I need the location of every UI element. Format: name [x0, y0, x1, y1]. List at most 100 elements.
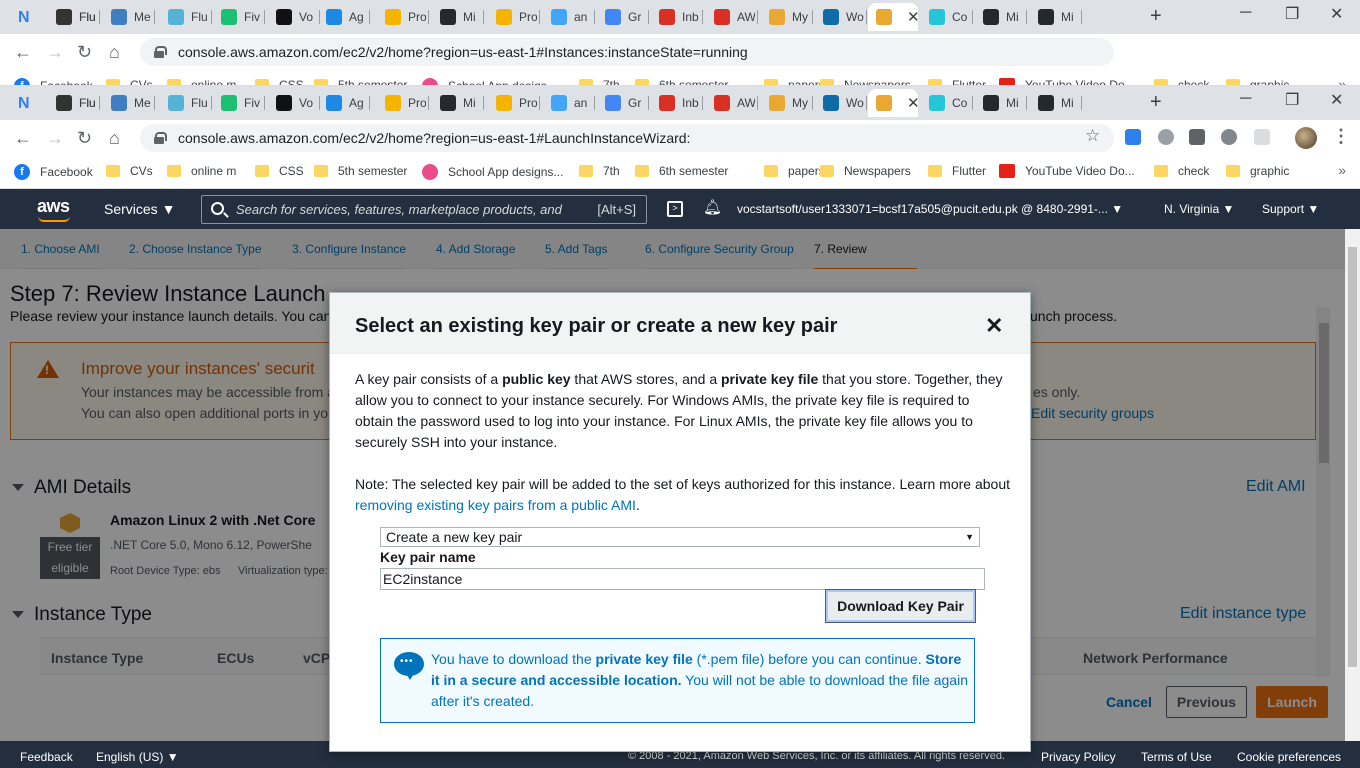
browser-tab[interactable]: Flu — [160, 89, 212, 117]
a-extension-icon[interactable] — [1254, 129, 1270, 145]
back-arrow-icon[interactable]: ← — [14, 42, 32, 63]
bookmark-item[interactable]: check — [1154, 78, 1209, 85]
notion-favicon-icon[interactable]: N — [18, 9, 30, 27]
remove-key-pairs-link[interactable]: removing existing key pairs from a publi… — [355, 497, 636, 513]
bookmark-item[interactable]: online m — [167, 164, 236, 178]
cookie-preferences-link[interactable]: Cookie preferences — [1237, 750, 1341, 764]
close-window-icon[interactable]: ✕ — [1330, 4, 1343, 24]
bookmark-item[interactable]: 7th — [579, 164, 620, 178]
more-bookmarks-icon[interactable]: » — [1338, 162, 1346, 178]
page-scrollbar-thumb[interactable] — [1348, 247, 1357, 667]
bookmark-item[interactable]: 6th semester — [635, 78, 728, 85]
browser-tab[interactable]: Co — [921, 3, 973, 31]
reload-icon[interactable]: ↻ — [77, 42, 92, 63]
browser-tab[interactable]: Gr — [597, 89, 649, 117]
reload-icon[interactable]: ↻ — [77, 128, 92, 149]
bookmark-item[interactable]: CSS — [255, 78, 304, 85]
bookmark-item[interactable]: YouTube Video Do — [999, 78, 1125, 85]
browser-tab[interactable]: Fiv — [213, 89, 265, 117]
bookmark-item[interactable]: Newspapers — [820, 78, 911, 85]
forward-arrow-icon[interactable]: → — [46, 42, 64, 63]
browser-tab[interactable]: Pro — [377, 3, 429, 31]
menu-kebab-icon[interactable]: ⋮ — [1332, 126, 1350, 147]
notion-favicon-icon[interactable]: N — [18, 95, 30, 113]
browser-tab[interactable]: Mi — [432, 3, 484, 31]
privacy-policy-link[interactable]: Privacy Policy — [1041, 750, 1116, 764]
close-tab-icon[interactable]: ✕ — [907, 8, 918, 26]
bookmark-item[interactable]: 5th semester — [314, 164, 407, 178]
key-pair-option-select[interactable]: Create a new key pair ▼ — [380, 527, 980, 547]
bookmark-item[interactable]: CVs — [106, 78, 153, 85]
browser-tab[interactable]: Inb — [651, 3, 703, 31]
language-select[interactable]: English (US) ▼ — [96, 750, 179, 764]
browser-tab[interactable]: Fiv — [213, 3, 265, 31]
browser-tab[interactable]: Gr — [597, 3, 649, 31]
browser-tab[interactable]: an — [543, 3, 595, 31]
browser-tab[interactable]: Wo — [815, 89, 867, 117]
bookmark-item[interactable]: CSS — [255, 164, 304, 178]
aws-search-input[interactable]: Search for services, features, marketpla… — [201, 195, 647, 224]
bookmark-item[interactable]: YouTube Video Do... — [999, 164, 1135, 178]
browser-tab[interactable]: Flu — [160, 3, 212, 31]
browser-tab[interactable]: My — [761, 3, 813, 31]
browser-tab[interactable]: Wo — [815, 3, 867, 31]
browser-tab[interactable]: Ag — [318, 89, 370, 117]
minimize-icon[interactable]: ─ — [1240, 4, 1251, 22]
browser-tab[interactable]: Vo — [268, 3, 320, 31]
bookmark-item[interactable]: papers — [764, 164, 825, 178]
profile-avatar[interactable] — [1295, 127, 1317, 149]
bookmark-item[interactable]: School App desigs — [422, 78, 547, 85]
close-icon[interactable]: ✕ — [985, 313, 1003, 339]
tag-extension-icon[interactable] — [1158, 129, 1174, 145]
browser-tab[interactable]: Mi — [975, 89, 1027, 117]
browser-tab[interactable]: Flu — [48, 3, 100, 31]
browser-tab[interactable]: Mi — [432, 89, 484, 117]
browser-tab[interactable]: an — [543, 89, 595, 117]
browser-tab[interactable]: Vo — [268, 89, 320, 117]
iq-extension-icon[interactable] — [1125, 129, 1141, 145]
minimize-icon[interactable]: ─ — [1240, 90, 1251, 108]
address-bar[interactable]: console.aws.amazon.com/ec2/v2/home?regio… — [140, 38, 1114, 66]
aws-logo[interactable]: aws — [37, 196, 70, 217]
browser-tab[interactable]: AW — [706, 89, 758, 117]
account-menu[interactable]: vocstartsoft/user1333071=bcsf17a505@puci… — [737, 202, 1123, 216]
bookmark-item[interactable]: f Facebook — [14, 164, 93, 180]
bookmark-star-icon[interactable]: ☆ — [1085, 126, 1100, 146]
back-arrow-icon[interactable]: ← — [14, 128, 32, 149]
bookmark-item[interactable]: 6th semester — [635, 164, 728, 178]
new-tab-icon[interactable]: + — [1150, 91, 1162, 114]
close-tab-icon[interactable]: ✕ — [907, 94, 918, 112]
more-bookmarks-icon[interactable]: » — [1338, 76, 1346, 85]
browser-tab[interactable]: Ag — [318, 3, 370, 31]
box-extension-icon[interactable] — [1189, 129, 1205, 145]
browser-tab[interactable]: Pro — [377, 89, 429, 117]
bookmark-item[interactable]: graphic — [1226, 78, 1289, 85]
browser-tab[interactable]: Mi — [1030, 89, 1082, 117]
bookmark-item[interactable]: CVs — [106, 164, 153, 178]
address-bar[interactable]: console.aws.amazon.com/ec2/v2/home?regio… — [140, 124, 1114, 152]
cloudshell-icon[interactable]: > — [667, 201, 683, 217]
restore-icon[interactable]: ❐ — [1285, 90, 1299, 110]
close-window-icon[interactable]: ✕ — [1330, 90, 1343, 110]
browser-tab[interactable]: Pro — [488, 89, 540, 117]
home-icon[interactable]: ⌂ — [109, 42, 120, 63]
download-key-pair-button[interactable]: Download Key Pair — [825, 589, 976, 623]
bookmark-item[interactable]: School App designs... — [422, 164, 563, 180]
forward-arrow-icon[interactable]: → — [46, 128, 64, 149]
services-menu[interactable]: Services ▼ — [104, 201, 175, 217]
bookmark-item[interactable]: 7th — [579, 78, 620, 85]
bookmark-item[interactable]: 5th semester — [314, 78, 407, 85]
browser-tab[interactable]: Pro — [488, 3, 540, 31]
browser-tab[interactable]: Mi — [975, 3, 1027, 31]
bookmark-item[interactable]: Newspapers — [820, 164, 911, 178]
bookmark-item[interactable]: f Facebook — [14, 78, 93, 85]
bell-icon[interactable]: 🔔︎ — [703, 198, 722, 216]
browser-tab[interactable]: Flu — [48, 89, 100, 117]
restore-icon[interactable]: ❐ — [1285, 4, 1299, 24]
browser-tab[interactable]: Me — [103, 89, 155, 117]
browser-tab[interactable]: ✕ — [868, 89, 918, 117]
bookmark-item[interactable]: online m — [167, 78, 236, 85]
browser-tab[interactable]: Mi — [1030, 3, 1082, 31]
browser-tab[interactable]: ✕ — [868, 3, 918, 31]
bookmark-item[interactable]: papers — [764, 78, 825, 85]
